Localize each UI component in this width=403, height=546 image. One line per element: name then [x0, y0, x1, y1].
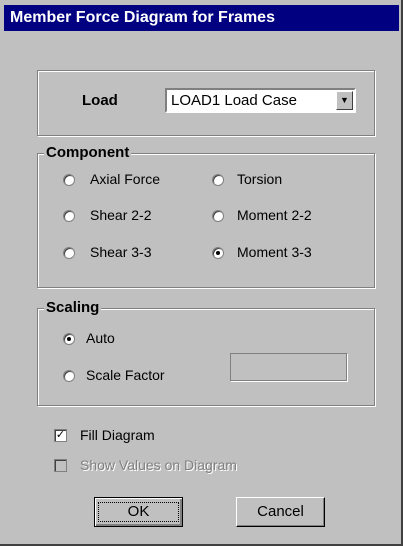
- chevron-down-icon[interactable]: ▼: [336, 91, 353, 110]
- focus-rect: [98, 502, 179, 522]
- axial-force-label: Axial Force: [90, 171, 161, 187]
- shear-2-2-label: Shear 2-2: [90, 207, 152, 223]
- axial-force-radio[interactable]: [63, 174, 75, 186]
- load-label: Load: [82, 92, 118, 109]
- shear-3-3-label: Shear 3-3: [90, 244, 152, 260]
- show-values-label: Show Values on Diagram: [80, 457, 237, 473]
- load-case-select[interactable]: LOAD1 Load Case ▼: [165, 88, 356, 113]
- moment-3-3-label: Moment 3-3: [237, 244, 312, 260]
- scale-factor-label: Scale Factor: [86, 367, 165, 383]
- moment-2-2-radio[interactable]: [212, 210, 224, 222]
- cancel-button-label: Cancel: [257, 503, 304, 520]
- member-force-dialog: Member Force Diagram for Frames Load LOA…: [0, 0, 403, 546]
- fill-diagram-label: Fill Diagram: [80, 427, 155, 443]
- scale-factor-input[interactable]: [230, 353, 347, 381]
- moment-3-3-radio[interactable]: [212, 247, 224, 259]
- ok-button[interactable]: OK: [94, 497, 183, 527]
- moment-2-2-label: Moment 2-2: [237, 207, 312, 223]
- load-case-value: LOAD1 Load Case: [171, 92, 297, 109]
- torsion-radio[interactable]: [212, 174, 224, 186]
- cancel-button[interactable]: Cancel: [236, 497, 325, 527]
- auto-label: Auto: [86, 330, 115, 346]
- scale-factor-radio[interactable]: [63, 370, 75, 382]
- component-group: Component: [37, 144, 375, 288]
- component-legend: Component: [44, 144, 132, 162]
- auto-radio[interactable]: [63, 333, 75, 345]
- window-title: Member Force Diagram for Frames: [10, 9, 275, 26]
- torsion-label: Torsion: [237, 171, 283, 187]
- fill-diagram-checkbox[interactable]: ✓: [54, 429, 67, 442]
- show-values-checkbox[interactable]: [54, 459, 67, 472]
- title-bar: Member Force Diagram for Frames: [4, 5, 399, 31]
- scaling-legend: Scaling: [44, 299, 102, 317]
- shear-3-3-radio[interactable]: [63, 247, 75, 259]
- shear-2-2-radio[interactable]: [63, 210, 75, 222]
